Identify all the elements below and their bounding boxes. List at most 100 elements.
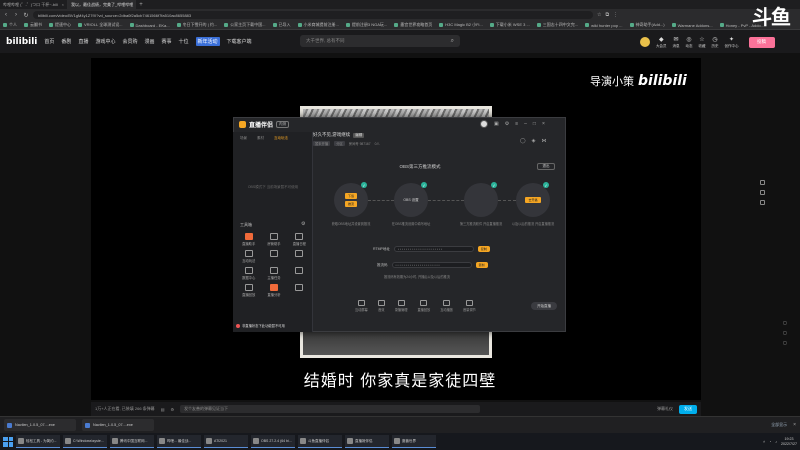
history-link[interactable]: ◷ 历史 <box>712 36 719 49</box>
back-icon[interactable]: ‹ <box>3 12 9 18</box>
taskbar-app[interactable]: 哔哩... 最佳战... <box>157 435 201 448</box>
download-item[interactable]: Navilen_1.0.5_07....exe <box>4 419 76 431</box>
show-all-downloads[interactable]: 全部显示 <box>771 422 787 428</box>
extension-icon[interactable]: ⧉ <box>605 12 609 18</box>
dynamic-link[interactable]: ◎ 动态 <box>686 36 693 49</box>
nav-anime[interactable]: 番剧 <box>61 38 71 45</box>
minimize-icon[interactable]: – <box>524 121 527 127</box>
tool-item[interactable] <box>287 250 312 263</box>
taskbar-app[interactable]: 直播姬伴侣 <box>345 435 389 448</box>
bookmark[interactable]: Dashboard - EKa... <box>129 23 170 28</box>
bookmark[interactable]: 云翻书 <box>24 22 42 28</box>
rtmp-input[interactable]: •••••••••••••••••••••• <box>393 246 474 252</box>
tool-item[interactable]: 直播助手 <box>236 233 261 246</box>
upload-button[interactable]: 投稿 <box>748 36 775 48</box>
bookmark[interactable]: 墨宫世界攻略首页 <box>394 22 432 28</box>
settings-icon[interactable]: ⚙ <box>301 221 305 227</box>
toolbar-item[interactable]: 音量调节 <box>463 300 476 312</box>
forward-icon[interactable]: › <box>13 12 19 18</box>
toolbar-item[interactable]: 录播管理 <box>395 300 408 312</box>
bookmark[interactable]: 小米商城提前注册... <box>297 22 339 28</box>
danmaku-toggle-icon[interactable]: ▤ <box>161 407 165 412</box>
close-icon[interactable]: × <box>62 2 64 7</box>
exit-obs-mode-button[interactable]: 退出 <box>537 163 555 170</box>
menu-icon[interactable]: ≡ <box>515 121 518 127</box>
bookmark[interactable]: 冬日下雪开的 | 约... <box>176 22 217 28</box>
bookmark[interactable]: 下载小米 WSE 3 ... <box>489 22 530 28</box>
volume-icon[interactable]: ♪ <box>775 440 777 444</box>
send-danmaku-button[interactable]: 发送 <box>679 404 697 414</box>
tool-icon[interactable] <box>760 180 765 185</box>
nav-esports[interactable]: 赛事 <box>162 38 172 45</box>
taskbar-app[interactable]: C:\Windows\syste... <box>63 435 107 448</box>
bookmark[interactable]: 神奇助手(Add...) <box>629 22 665 28</box>
tool-item[interactable]: 直播日程 <box>287 233 312 246</box>
rail-icon[interactable]: ▢ <box>783 320 787 325</box>
nav-home[interactable]: 首页 <box>44 38 54 45</box>
toolbar-item[interactable]: 互动屏幕 <box>355 300 368 312</box>
share-icon[interactable]: ⋈ <box>541 138 546 144</box>
maximize-icon[interactable]: □ <box>533 121 536 127</box>
gift-icon[interactable]: ◈ <box>532 138 536 144</box>
url-input[interactable]: bilibili.com/video/BV1gM4y1Z7fX?vd_sourc… <box>33 11 593 19</box>
network-icon[interactable]: ◔ <box>769 440 771 444</box>
tray-chevron-icon[interactable]: ˄ <box>763 440 765 444</box>
messages-link[interactable]: ✉ 消息 <box>673 36 680 49</box>
tool-icon[interactable] <box>760 200 765 205</box>
bookmark[interactable]: 已导入 <box>272 22 291 28</box>
bookmark[interactable]: 公家主页下载中国... <box>224 22 266 28</box>
taskbar-app[interactable]: 斗鱼直播伴侣 <box>298 435 342 448</box>
tool-item[interactable]: 主播任务 <box>261 267 286 280</box>
close-icon[interactable]: × <box>793 422 796 428</box>
chat-icon[interactable]: ◯ <box>520 138 526 144</box>
danmaku-settings-icon[interactable]: ⚙ <box>170 407 174 412</box>
search-input[interactable]: 大千世界, 总有不同 <box>306 38 345 44</box>
bookmark[interactable]: 三国志十四中文完... <box>536 22 578 28</box>
close-icon[interactable]: × <box>542 121 545 127</box>
nav-mall[interactable]: 会员购 <box>122 38 137 45</box>
start-live-button[interactable]: 开始直播 <box>531 302 557 310</box>
tab-interactive[interactable]: 互动玩法 <box>274 136 288 141</box>
nav-live[interactable]: 直播 <box>78 38 88 45</box>
bookmark[interactable]: 提速中心 <box>49 22 71 28</box>
menu-icon[interactable]: ⋮ <box>613 12 618 18</box>
tool-item[interactable] <box>261 250 286 263</box>
danmaku-etiquette-link[interactable]: 弹幕礼仪 <box>657 406 673 412</box>
avatar[interactable] <box>640 37 650 47</box>
star-icon[interactable]: ☆ <box>597 12 601 18</box>
user-avatar[interactable] <box>480 120 488 128</box>
tool-item[interactable]: 直播分析 <box>261 284 286 297</box>
nav-manga[interactable]: 漫画 <box>144 38 154 45</box>
tab-material[interactable]: 素材 <box>257 136 264 141</box>
creator-link[interactable]: ✦ 创作中心 <box>725 36 739 49</box>
rail-icon[interactable]: ▢ <box>783 340 787 345</box>
edit-title-button[interactable]: 编辑 <box>353 132 365 138</box>
tool-item[interactable] <box>287 284 312 297</box>
rail-icon[interactable]: ▢ <box>783 330 787 335</box>
nav-download-client[interactable]: 下载客户端 <box>227 38 252 45</box>
taskbar-app[interactable]: 魔兽世界 <box>392 435 436 448</box>
tool-item[interactable] <box>287 267 312 280</box>
tool-item[interactable]: 直播回放 <box>236 284 261 297</box>
tool-item[interactable]: 互动玩法 <box>236 250 261 263</box>
browser-tab-active[interactable]: 我以，最佳战绩，完美了_哔哩哔哩× <box>68 0 136 9</box>
bilibili-logo[interactable]: bilibili <box>6 37 37 47</box>
reload-icon[interactable]: ↻ <box>23 12 29 19</box>
taskbar-app[interactable]: 腾讯中国互联网... <box>110 435 154 448</box>
bookmark[interactable]: wiki hunter pop ... <box>585 23 623 28</box>
taskbar-app[interactable]: 轻松工具 - 为简约... <box>16 435 60 448</box>
download-item[interactable]: Navilen_1.0.5_07....exe <box>82 419 154 431</box>
push-button[interactable]: 推流 <box>344 201 357 207</box>
nav-game-center[interactable]: 游戏中心 <box>95 38 115 45</box>
nav-more[interactable]: 十位 <box>179 38 189 45</box>
toolbar-item[interactable]: 直播回放 <box>418 300 430 312</box>
tool-icon[interactable] <box>760 190 765 195</box>
tab-scene[interactable]: 场景 <box>240 136 247 141</box>
taskbar-app[interactable]: ATI2021 <box>204 435 248 448</box>
bookmark[interactable]: Warmane Addons... <box>671 23 713 28</box>
danmaku-input[interactable]: 发个友善的弹幕见证当下 <box>180 405 481 413</box>
stream-category[interactable]: 分区 <box>334 141 345 146</box>
new-tab-button[interactable]: + <box>136 0 146 9</box>
search-icon[interactable]: ⌕ <box>451 38 454 45</box>
browser-tab[interactable]: 哔哩哔哩 (゜-゜)つロ 干杯~-bili × <box>0 0 68 9</box>
